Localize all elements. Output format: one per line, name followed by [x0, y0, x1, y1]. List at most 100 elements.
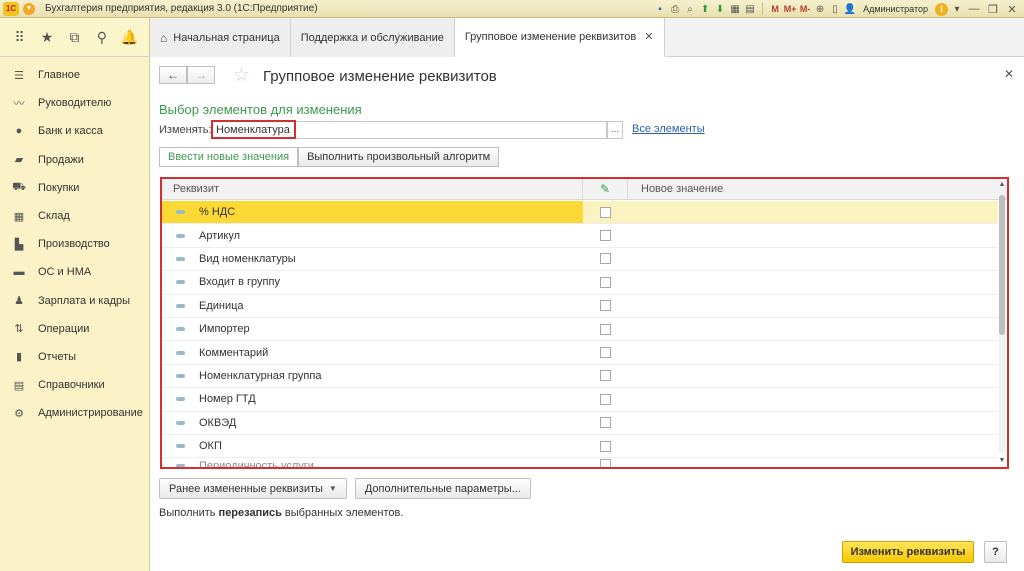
- table-row[interactable]: Артикул: [162, 224, 998, 248]
- memory-minus-button[interactable]: M-: [799, 3, 811, 15]
- table-row[interactable]: Комментарий: [162, 341, 998, 365]
- new-value-cell[interactable]: [628, 412, 998, 434]
- row-checkbox[interactable]: [600, 300, 611, 312]
- sidebar-item-sales[interactable]: ▰ Продажи: [0, 146, 149, 174]
- table-row[interactable]: Импортер: [162, 318, 998, 342]
- sidebar-item-main[interactable]: ☰ Главное: [0, 61, 149, 89]
- help-button[interactable]: ?: [984, 541, 1007, 563]
- row-checkbox[interactable]: [600, 440, 611, 452]
- table-row[interactable]: Вид номенклатуры: [162, 248, 998, 272]
- tab-algorithm[interactable]: Выполнить произвольный алгоритм: [298, 147, 500, 167]
- sidebar-item-references[interactable]: ▤ Справочники: [0, 371, 149, 399]
- extra-params-button[interactable]: Дополнительные параметры...: [354, 478, 531, 499]
- tab-new-values[interactable]: Ввести новые значения: [159, 147, 299, 167]
- row-checkbox[interactable]: [600, 370, 611, 382]
- calendar-icon[interactable]: ▤: [744, 3, 756, 15]
- new-value-cell[interactable]: [628, 458, 998, 467]
- preview-icon[interactable]: ⌕: [684, 3, 696, 15]
- new-value-cell[interactable]: [628, 201, 998, 224]
- row-checkbox[interactable]: [600, 230, 611, 242]
- print-icon[interactable]: ⎙: [669, 3, 681, 15]
- tab-support[interactable]: Поддержка и обслуживание: [290, 18, 455, 57]
- column-attribute[interactable]: Реквизит: [162, 179, 583, 199]
- table-row[interactable]: Входит в группу: [162, 271, 998, 295]
- sidebar-item-salary[interactable]: ♟ Зарплата и кадры: [0, 287, 149, 315]
- tab-group-change[interactable]: Групповое изменение реквизитов ✕: [454, 18, 665, 57]
- row-checkbox[interactable]: [600, 206, 611, 218]
- close-window-button[interactable]: ✕: [1004, 3, 1020, 16]
- previous-attributes-button[interactable]: Ранее измененные реквизиты ▼: [159, 478, 347, 499]
- chevron-down-icon[interactable]: ▾: [951, 3, 963, 15]
- panel-icon[interactable]: ▯: [829, 3, 841, 15]
- new-value-cell[interactable]: [628, 341, 998, 363]
- favorite-star-icon[interactable]: ☆: [233, 64, 250, 87]
- history-icon[interactable]: ⧉: [65, 28, 83, 46]
- row-checkbox[interactable]: [600, 417, 611, 429]
- close-form-icon[interactable]: ✕: [1004, 67, 1014, 81]
- maximize-button[interactable]: ❐: [985, 3, 1001, 16]
- save-icon[interactable]: ▪: [654, 3, 666, 15]
- change-object-field[interactable]: Номенклатура: [211, 120, 296, 139]
- table-row[interactable]: ОКП: [162, 435, 998, 459]
- change-object-field-extension[interactable]: [296, 121, 607, 139]
- sidebar-item-warehouse[interactable]: ▦ Склад: [0, 202, 149, 230]
- scroll-down-icon[interactable]: ▼: [998, 457, 1006, 465]
- table-row[interactable]: ОКВЭД: [162, 412, 998, 435]
- sidebar-item-reports[interactable]: ▮ Отчеты: [0, 343, 149, 371]
- bell-icon[interactable]: 🔔: [120, 28, 138, 46]
- table-scrollbar[interactable]: ▲ ▼: [998, 181, 1006, 465]
- sidebar-item-purchases[interactable]: ⛟ Покупки: [0, 174, 149, 202]
- sidebar-item-manager[interactable]: 〰 Руководителю: [0, 89, 149, 117]
- user-name[interactable]: Администратор: [863, 4, 928, 14]
- sidebar-item-bank[interactable]: ● Банк и касса: [0, 117, 149, 145]
- sidebar-item-label: Главное: [38, 69, 81, 82]
- row-checkbox[interactable]: [600, 323, 611, 335]
- search-icon[interactable]: ⚲: [93, 28, 111, 46]
- new-value-cell[interactable]: [628, 248, 998, 270]
- table-icon[interactable]: ▦: [729, 3, 741, 15]
- zoom-icon[interactable]: ⊕: [814, 3, 826, 15]
- new-value-cell[interactable]: [628, 318, 998, 340]
- minimize-button[interactable]: —: [966, 3, 982, 15]
- sidebar-item-label: Администрирование: [38, 407, 143, 420]
- row-checkbox[interactable]: [600, 347, 611, 359]
- favorites-star-icon[interactable]: ★: [38, 28, 56, 46]
- row-checkbox[interactable]: [600, 393, 611, 405]
- new-value-cell[interactable]: [628, 295, 998, 317]
- upload-icon[interactable]: ⬆: [699, 3, 711, 15]
- row-checkbox[interactable]: [600, 276, 611, 288]
- sidebar-item-assets[interactable]: ▬ ОС и НМА: [0, 258, 149, 286]
- column-new-value[interactable]: Новое значение: [628, 179, 1007, 199]
- sidebar-item-operations[interactable]: ⇅ Операции: [0, 315, 149, 343]
- row-checkbox[interactable]: [600, 253, 611, 265]
- close-tab-icon[interactable]: ✕: [644, 30, 653, 43]
- note-bold[interactable]: перезапись: [219, 507, 282, 519]
- back-button[interactable]: ←: [159, 66, 187, 84]
- table-row[interactable]: Единица: [162, 295, 998, 318]
- tab-home[interactable]: ⌂ Начальная страница: [150, 18, 291, 57]
- apps-grid-icon[interactable]: ⠿: [11, 28, 29, 46]
- new-value-cell[interactable]: [628, 388, 998, 410]
- new-value-cell[interactable]: [628, 435, 998, 457]
- new-value-cell[interactable]: [628, 224, 998, 246]
- forward-button[interactable]: →: [187, 66, 215, 84]
- all-elements-link[interactable]: Все элементы: [632, 123, 705, 135]
- memory-button[interactable]: M: [769, 3, 781, 15]
- memory-plus-button[interactable]: M+: [784, 3, 797, 15]
- table-row[interactable]: Номенклатурная группа: [162, 365, 998, 389]
- scroll-up-icon[interactable]: ▲: [998, 181, 1006, 189]
- table-row[interactable]: % НДС: [162, 201, 998, 225]
- info-icon[interactable]: i: [935, 2, 948, 16]
- row-checkbox[interactable]: [600, 459, 611, 467]
- apply-changes-button[interactable]: Изменить реквизиты: [842, 541, 974, 563]
- download-icon[interactable]: ⬇: [714, 3, 726, 15]
- sidebar-item-production[interactable]: ▙ Производство: [0, 230, 149, 258]
- new-value-cell[interactable]: [628, 271, 998, 293]
- new-value-cell[interactable]: [628, 365, 998, 387]
- select-button[interactable]: ...: [607, 121, 623, 139]
- sidebar-item-admin[interactable]: ⚙ Администрирование: [0, 399, 149, 427]
- table-row[interactable]: Периодичность услуги: [162, 458, 998, 467]
- scroll-thumb[interactable]: [999, 195, 1005, 335]
- main-menu-icon[interactable]: ▼: [23, 2, 35, 15]
- table-row[interactable]: Номер ГТД: [162, 388, 998, 412]
